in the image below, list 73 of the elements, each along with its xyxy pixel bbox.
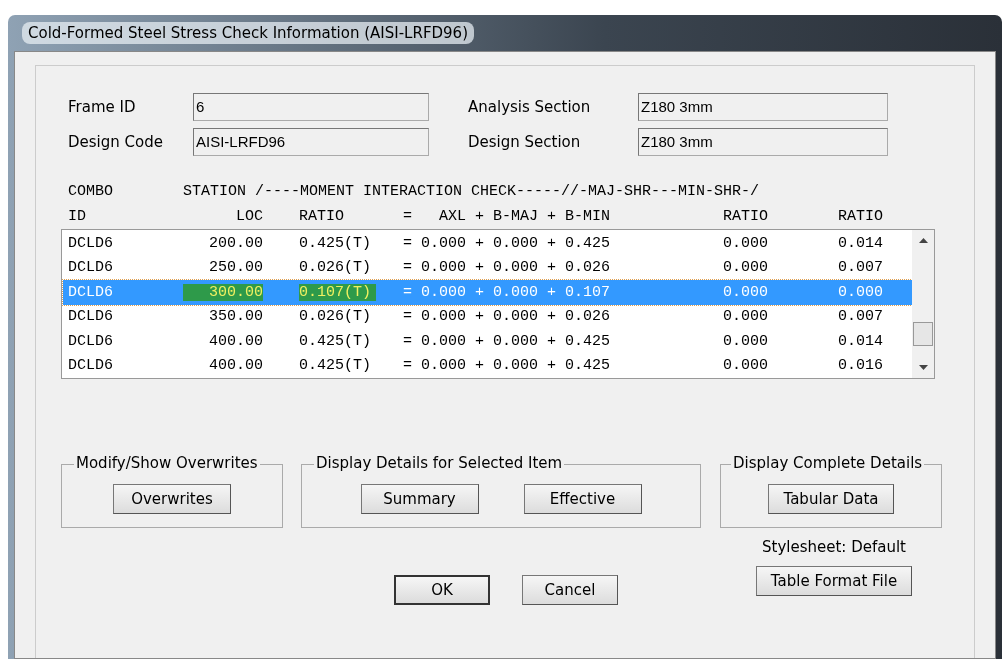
text-field[interactable]: AISI-LRFD96 xyxy=(193,127,429,156)
table-cell: 0.107(T) xyxy=(299,283,376,301)
table-cell-text: 0.016 xyxy=(837,357,883,375)
table-cell-text: 0.007 xyxy=(837,308,883,326)
table-cell-text: 0.425(T) xyxy=(298,234,372,252)
table-cell-text: DCLD6 xyxy=(68,308,114,326)
table-cell-text: 0.425(T) xyxy=(298,332,372,350)
column-header: RATIO xyxy=(837,208,883,225)
table-cell-text: DCLD6 xyxy=(68,234,114,252)
group-title: Display Details for Selected Item xyxy=(314,454,565,472)
table-row[interactable]: DCLD6 400.00 0.425(T) = 0.000 + 0.000 + 0.425 0.000 0.016 xyxy=(68,353,912,378)
table-cell-text: 0.000 xyxy=(722,234,768,252)
scroll-up-icon[interactable] xyxy=(918,238,928,243)
table-cell-text: 0.014 xyxy=(837,332,883,350)
table-cell-text: 0.000 xyxy=(722,283,768,301)
text-field[interactable]: Z180 3mm xyxy=(638,92,888,121)
table-cell-text: = 0.000 + 0.000 + 0.107 xyxy=(402,283,612,301)
table-cell-text: = 0.000 + 0.000 + 0.026 xyxy=(402,308,612,326)
column-header: RATIO xyxy=(722,208,768,225)
table-cell-text: = 0.000 + 0.000 + 0.425 xyxy=(402,234,612,252)
table-cell-text: 0.014 xyxy=(837,234,883,252)
table-row[interactable]: DCLD6 200.00 0.425(T) = 0.000 + 0.000 + 0.425 0.000 0.014 xyxy=(68,231,912,256)
table-cell-text: 0.000 xyxy=(837,283,883,301)
field-label: Design Code xyxy=(68,132,164,151)
dialog-button[interactable]: Cancel xyxy=(522,575,618,605)
text-field[interactable]: 6 xyxy=(193,92,429,121)
table-cell-text: 0.425(T) xyxy=(298,357,372,375)
field-label: Design Section xyxy=(468,132,582,151)
column-header: = AXL + B-MAJ + B-MIN xyxy=(402,208,612,225)
table-cell-text: 350.00 xyxy=(208,308,263,326)
table-row[interactable]: DCLD6 400.00 0.425(T) = 0.000 + 0.000 + 0.425 0.000 0.014 xyxy=(68,329,912,354)
scrollbar[interactable] xyxy=(912,230,934,378)
field-label: Frame ID xyxy=(68,97,137,116)
column-header: LOC xyxy=(235,208,263,225)
table-cell-text: = 0.000 + 0.000 + 0.425 xyxy=(402,332,612,350)
table-cell-text: 0.026(T) xyxy=(298,308,372,326)
column-header: ID xyxy=(68,208,87,225)
table-cell-text: 0.026(T) xyxy=(298,259,372,277)
table-cell-text: DCLD6 xyxy=(68,259,114,277)
table-cell-text: = 0.000 + 0.000 + 0.026 xyxy=(402,259,612,277)
text-field[interactable]: Z180 3mm xyxy=(638,127,888,156)
dialog-button[interactable]: OK xyxy=(394,575,490,605)
column-header: RATIO xyxy=(298,208,345,225)
scroll-thumb[interactable] xyxy=(913,322,933,346)
group-title: Modify/Show Overwrites xyxy=(74,454,260,472)
scroll-down-icon[interactable] xyxy=(918,365,928,370)
action-button[interactable]: Overwrites xyxy=(113,484,231,514)
action-button[interactable]: Effective xyxy=(523,484,642,514)
table-cell-text: DCLD6 xyxy=(68,332,114,350)
table-cell-text: 0.007 xyxy=(837,259,883,277)
table-row[interactable]: DCLD6 350.00 0.026(T) = 0.000 + 0.000 + 0.026 0.000 0.007 xyxy=(68,304,912,329)
table-cell-text: 0.000 xyxy=(722,357,768,375)
table-cell-text: 200.00 xyxy=(208,234,263,252)
table-cell-text: 250.00 xyxy=(208,259,263,277)
column-header: STATION /----MOMENT INTERACTION CHECK-----//-MAJ-SHR---MIN-SHR-/ xyxy=(183,183,760,200)
table-format-button[interactable]: Table Format File xyxy=(755,566,913,596)
action-button[interactable]: Tabular Data xyxy=(768,484,894,514)
window-title: Cold-Formed Steel Stress Check Information (AISI-LRFD96) xyxy=(22,22,475,44)
table-cell-text: = 0.000 + 0.000 + 0.425 xyxy=(402,357,612,375)
table-cell: 300.00 xyxy=(183,283,263,301)
table-cell-text: DCLD6 xyxy=(68,283,114,301)
stylesheet-label: Stylesheet: Default xyxy=(762,538,906,556)
table-row[interactable]: DCLD6 250.00 0.026(T) = 0.000 + 0.000 + 0.026 0.000 0.007 xyxy=(68,255,912,280)
table-cell-text: DCLD6 xyxy=(68,357,114,375)
column-header: COMBO xyxy=(68,183,114,200)
field-label: Analysis Section xyxy=(468,97,592,116)
table-cell-text: 0.000 xyxy=(722,308,768,326)
group-title: Display Complete Details xyxy=(731,454,925,472)
table-cell-text: 0.000 xyxy=(722,332,768,350)
table-cell-text: 0.000 xyxy=(722,259,768,277)
action-button[interactable]: Summary xyxy=(360,484,479,514)
table-cell-text: 400.00 xyxy=(208,357,263,375)
table-cell-text: 400.00 xyxy=(208,332,263,350)
